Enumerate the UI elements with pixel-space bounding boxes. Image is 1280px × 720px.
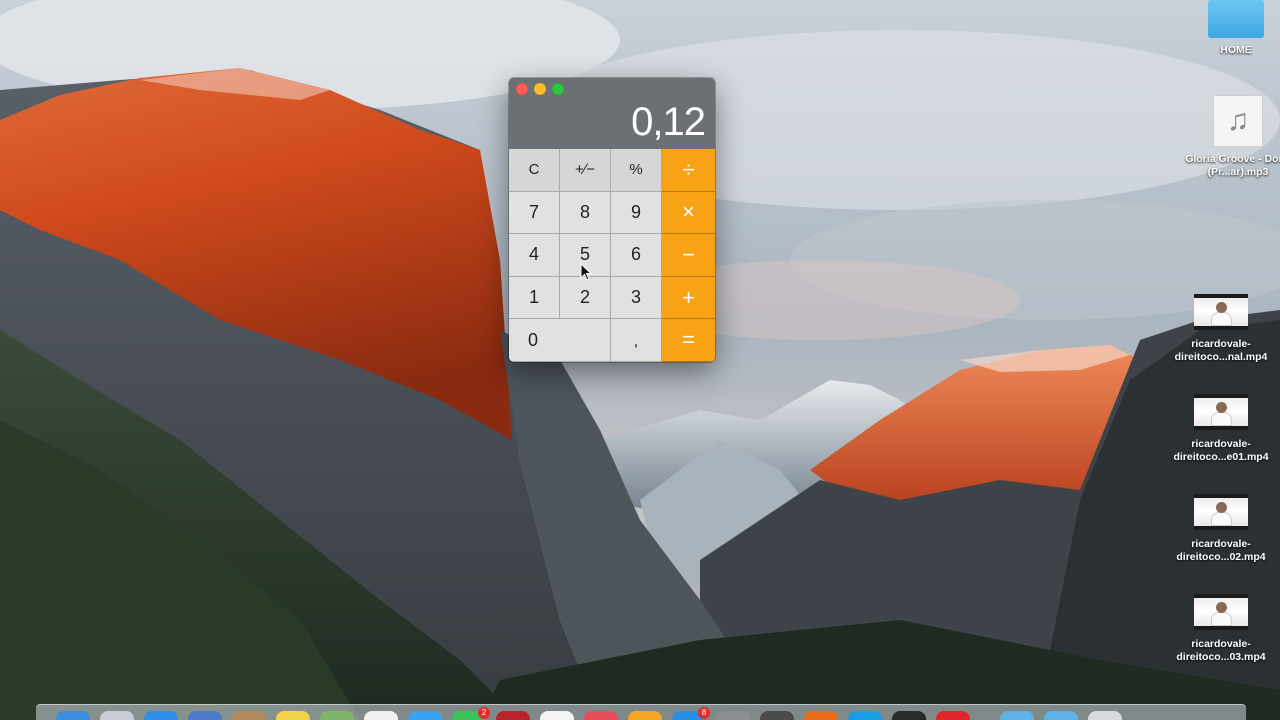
mouse-cursor-icon <box>580 263 592 281</box>
digit-1-button[interactable]: 1 <box>509 276 560 320</box>
calculator-display: 0,12 <box>631 100 706 144</box>
digit-2-button[interactable]: 2 <box>560 276 611 320</box>
system-preferences-icon[interactable] <box>716 711 750 720</box>
digit-6-button[interactable]: 6 <box>611 234 662 277</box>
itunes-icon[interactable] <box>584 711 618 720</box>
video-file-icon <box>1194 394 1248 430</box>
calculator-window: 0,12 C +∕−% ÷ 7 8 9 × 4 5 6−1 2 3 +0, = <box>509 78 715 362</box>
opera-icon[interactable] <box>936 711 970 720</box>
calculator-keypad: C +∕−% ÷ 7 8 9 × 4 5 6−1 2 3 +0, = <box>509 149 715 362</box>
desktop-icon-video-file[interactable]: ricardovale-direitoco...e01.mp4 <box>1166 394 1276 464</box>
decimal-comma-button[interactable]: , <box>611 319 662 362</box>
mail-icon[interactable] <box>188 711 222 720</box>
dock: 28 <box>36 704 1246 720</box>
subtract-button[interactable]: − <box>662 234 715 277</box>
clear-button[interactable]: C <box>509 149 560 192</box>
maps-icon[interactable] <box>320 711 354 720</box>
notification-badge: 2 <box>478 707 490 719</box>
add-button[interactable]: + <box>662 276 715 320</box>
contacts-icon[interactable] <box>232 711 266 720</box>
video-file-icon <box>1194 494 1248 530</box>
desktop-icon-label: ricardovale-direitoco...nal.mp4 <box>1174 338 1268 363</box>
percent-button[interactable]: % <box>611 149 662 192</box>
desktop-icon-label: HOME <box>1220 44 1252 56</box>
facetime-icon[interactable]: 2 <box>452 707 490 720</box>
desktop: HOME ♫ Gloria Groove - Dona (Pr...ar).mp… <box>0 0 1280 720</box>
folder-icon <box>1208 0 1264 38</box>
app-store-icon[interactable]: 8 <box>672 707 710 720</box>
desktop-icon-video-file[interactable]: ricardovale-direitoco...02.mp4 <box>1166 494 1276 564</box>
video-file-icon <box>1194 594 1248 630</box>
launchpad-icon[interactable] <box>100 711 134 720</box>
desktop-icon-audio-file[interactable]: ♫ Gloria Groove - Dona (Pr...ar).mp3 <box>1183 95 1280 179</box>
safari-icon[interactable] <box>144 711 178 720</box>
downloads-folder-icon[interactable] <box>1000 711 1034 720</box>
desktop-icon-video-file[interactable]: ricardovale-direitoco...03.mp4 <box>1166 594 1276 664</box>
desktop-icon-home-folder[interactable]: HOME <box>1181 0 1280 57</box>
close-window-button[interactable] <box>516 83 528 95</box>
digit-0-button[interactable]: 0 <box>509 319 611 362</box>
terminal-icon[interactable] <box>892 711 926 720</box>
desktop-icon-label: ricardovale-direitoco...e01.mp4 <box>1173 438 1269 463</box>
calendar-icon[interactable] <box>540 711 574 720</box>
sign-toggle-button[interactable]: +∕− <box>560 149 611 192</box>
desktop-icon-label: ricardovale-direitoco...03.mp4 <box>1176 638 1266 663</box>
audio-file-icon: ♫ <box>1213 95 1263 147</box>
equals-button[interactable]: = <box>662 319 715 362</box>
desktop-icon-label: ricardovale-direitoco...02.mp4 <box>1176 538 1266 563</box>
desktop-icon-video-file[interactable]: ricardovale-direitoco...nal.mp4 <box>1166 294 1276 364</box>
notification-badge: 8 <box>698 707 710 719</box>
digit-8-button[interactable]: 8 <box>560 191 611 235</box>
photo-booth-icon[interactable] <box>496 711 530 720</box>
digit-3-button[interactable]: 3 <box>611 276 662 320</box>
video-file-icon <box>1194 294 1248 330</box>
minimize-window-button[interactable] <box>534 83 546 95</box>
firefox-icon[interactable] <box>804 711 838 720</box>
multiply-button[interactable]: × <box>662 191 715 235</box>
digit-9-button[interactable]: 9 <box>611 191 662 235</box>
digit-4-button[interactable]: 4 <box>509 234 560 277</box>
zoom-window-button[interactable] <box>552 83 564 95</box>
notes-icon[interactable] <box>276 711 310 720</box>
messages-icon[interactable] <box>408 711 442 720</box>
desktop-icon-label: Gloria Groove - Dona (Pr...ar).mp3 <box>1185 153 1280 178</box>
trash-icon[interactable] <box>1088 711 1122 720</box>
ibooks-icon[interactable] <box>628 711 662 720</box>
digit-7-button[interactable]: 7 <box>509 191 560 235</box>
skype-icon[interactable] <box>848 711 882 720</box>
photos-icon[interactable] <box>364 711 398 720</box>
divide-button[interactable]: ÷ <box>662 149 715 192</box>
finder-icon[interactable] <box>56 711 90 720</box>
dashboard-icon[interactable] <box>760 711 794 720</box>
documents-folder-icon[interactable] <box>1044 711 1078 720</box>
